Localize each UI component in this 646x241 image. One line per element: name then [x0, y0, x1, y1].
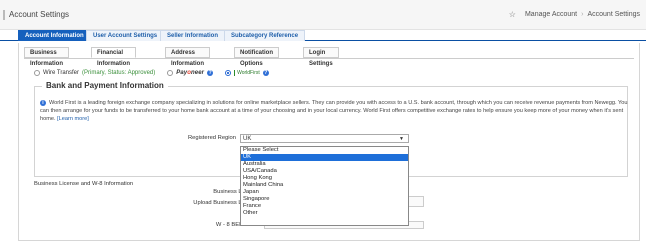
- region-option[interactable]: Please Select: [241, 147, 408, 154]
- license-section-heading: Business License and W-8 Information: [34, 181, 134, 187]
- page-title: Account Settings: [2, 10, 70, 20]
- wire-transfer-label: Wire Transfer: [43, 70, 80, 76]
- payoneer-logo: Payoneer: [176, 70, 205, 76]
- tab-user-account-settings[interactable]: User Account Settings: [86, 30, 165, 41]
- subtab-financial-information[interactable]: Financial Information: [91, 47, 136, 67]
- region-option[interactable]: Australia: [241, 161, 408, 168]
- payoneer-info-icon[interactable]: ?: [207, 70, 214, 76]
- subtab-notification-options[interactable]: Notification Options: [234, 47, 279, 67]
- breadcrumb-separator: ›: [581, 11, 584, 18]
- tab-subcategory-reference[interactable]: Subcategory Reference: [224, 30, 306, 41]
- subtab-divider: [24, 58, 634, 59]
- region-dropdown-list: Please Select UK Australia USA/Canada Ho…: [240, 146, 409, 226]
- subtab-business-information[interactable]: Business Information: [24, 47, 69, 67]
- subtab-address-information[interactable]: Address Information: [165, 47, 210, 67]
- region-option[interactable]: Japan: [241, 189, 408, 196]
- subtab-login-settings[interactable]: Login Settings: [303, 47, 339, 67]
- learn-more-link[interactable]: [Learn more]: [57, 116, 89, 122]
- region-option[interactable]: France: [241, 203, 408, 210]
- worldfirst-radio[interactable]: [225, 70, 232, 76]
- worldfirst-info-icon[interactable]: ?: [262, 70, 269, 76]
- bank-payment-legend: Bank and Payment Information: [42, 81, 168, 90]
- info-icon: i: [40, 100, 46, 106]
- worldfirst-logo: WorldFirst: [234, 70, 260, 76]
- region-option[interactable]: Mainland China: [241, 182, 408, 189]
- main-tabs: Account Information User Account Setting…: [0, 30, 646, 41]
- top-bar: Account Settings ☆ Manage Account › Acco…: [0, 0, 646, 30]
- wire-transfer-status: (Primary, Status: Approved): [82, 70, 156, 76]
- chevron-down-icon: ▼: [399, 136, 404, 142]
- star-icon[interactable]: ☆: [509, 10, 516, 19]
- worldfirst-description: i World First is a leading foreign exchan…: [40, 99, 630, 123]
- description-text: World First is a leading foreign exchang…: [40, 100, 628, 122]
- region-option[interactable]: Hong Kong: [241, 175, 408, 182]
- region-option[interactable]: Singapore: [241, 196, 408, 203]
- registered-region-value: UK: [243, 136, 252, 142]
- registered-region-select[interactable]: UK ▼: [240, 134, 409, 143]
- payoneer-radio[interactable]: [167, 70, 174, 76]
- wire-transfer-radio[interactable]: [34, 70, 40, 76]
- header-actions: ☆ Manage Account › Account Settings: [509, 10, 640, 19]
- region-option[interactable]: UK: [241, 154, 408, 161]
- registered-region-label: Registered Region: [187, 135, 236, 141]
- region-option[interactable]: Other: [241, 210, 408, 217]
- manage-account-link[interactable]: Manage Account: [525, 11, 577, 18]
- breadcrumb-current: Account Settings: [587, 11, 640, 18]
- payment-method-options: Wire Transfer (Primary, Status: Approved…: [34, 70, 269, 76]
- tab-seller-information[interactable]: Seller Information: [160, 30, 226, 41]
- tab-account-information[interactable]: Account Information: [18, 30, 91, 41]
- region-option[interactable]: USA/Canada: [241, 168, 408, 175]
